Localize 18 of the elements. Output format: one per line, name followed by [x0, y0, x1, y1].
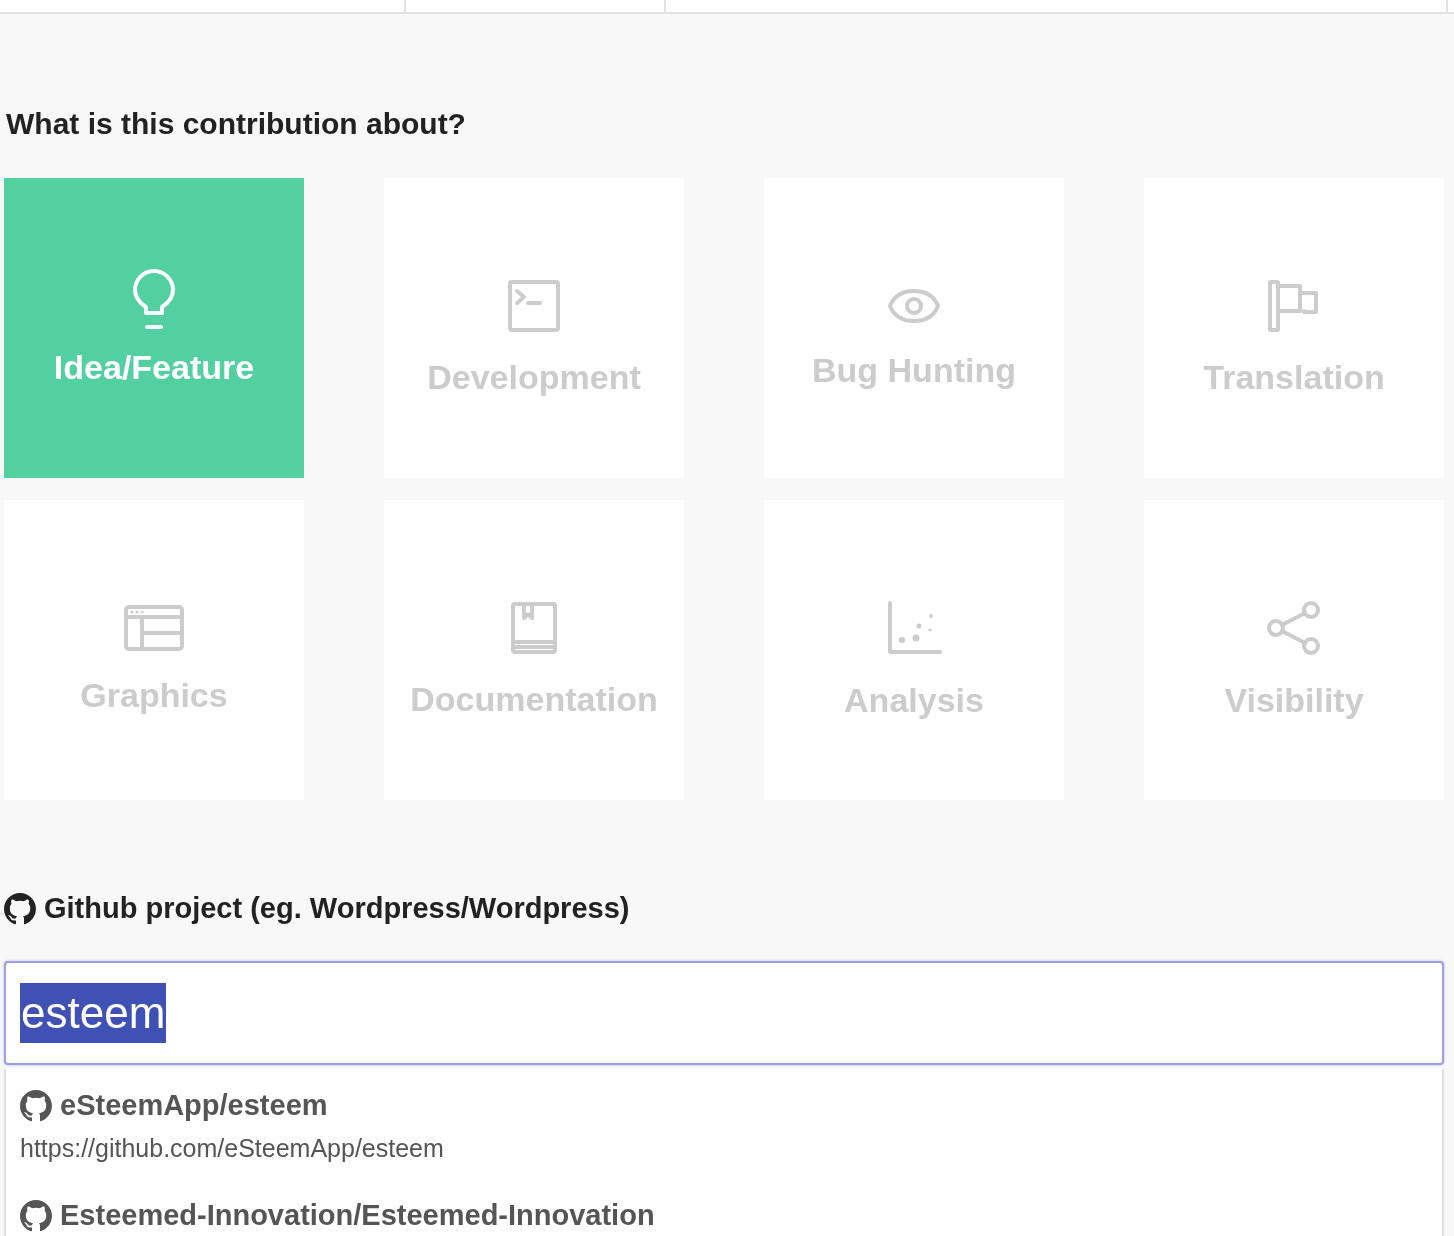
github-icon — [20, 1089, 52, 1122]
category-label: Idea/Feature — [53, 347, 255, 387]
flag-icon — [1267, 279, 1321, 333]
category-card[interactable]: Idea/Feature — [4, 178, 304, 478]
section-heading: What is this contribution about? — [6, 106, 467, 142]
book-icon — [510, 601, 558, 655]
github-icon — [20, 1199, 52, 1232]
suggestion-url: https://github.com/eSteemApp/esteem — [20, 1134, 445, 1163]
terminal-icon — [507, 279, 561, 333]
scatter-chart-icon — [886, 600, 942, 656]
suggestion-name[interactable]: Esteemed-Innovation/Esteemed-Innovation — [60, 1199, 655, 1232]
field-label: Github project (eg. Wordpress/Wordpress) — [44, 892, 630, 925]
suggestion-name[interactable]: eSteemApp/esteem — [60, 1089, 328, 1122]
search-field[interactable]: esteem — [4, 961, 1444, 1065]
share-icon — [1266, 600, 1322, 656]
layout-icon — [124, 605, 184, 651]
eye-icon — [887, 286, 941, 326]
github-icon — [4, 892, 36, 925]
